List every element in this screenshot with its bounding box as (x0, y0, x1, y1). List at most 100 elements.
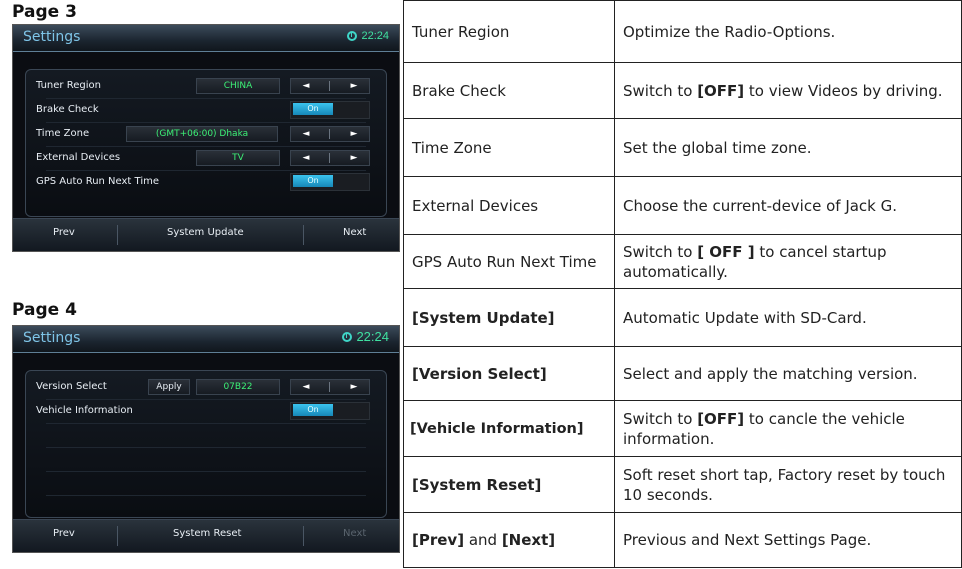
setting-name: [System Update] (403, 288, 615, 347)
arrow-left-icon[interactable]: ◄ (291, 79, 321, 93)
setting-name-text: and (464, 531, 502, 549)
setting-name: [Prev] and [Next] (403, 512, 615, 568)
footer-bar: Prev System Update Next (13, 218, 399, 251)
setting-description: Set the global time zone. (614, 118, 962, 177)
settings-panel: Version Select Apply 07B22 ◄ ► Vehicle I… (25, 370, 387, 518)
divider (46, 495, 366, 496)
setting-value: CHINA (196, 78, 280, 94)
arrow-right-icon[interactable]: ► (339, 79, 369, 93)
table-row: Tuner Region Optimize the Radio-Options. (403, 0, 962, 63)
setting-label: Time Zone (36, 128, 90, 139)
arrow-right-icon[interactable]: ► (339, 380, 369, 394)
setting-value: 07B22 (196, 379, 280, 395)
screen-title: Settings (23, 29, 81, 45)
description-text: to view Videos by driving. (744, 81, 943, 100)
setting-description: Choose the current-device of Jack G. (614, 176, 962, 235)
setting-name: Tuner Region (403, 0, 615, 63)
setting-name-bold: [Prev] (412, 531, 465, 549)
next-button: Next (343, 528, 367, 539)
screen-title: Settings (23, 330, 81, 346)
prev-button[interactable]: Prev (53, 227, 75, 238)
prev-button[interactable]: Prev (53, 528, 75, 539)
setting-description: Soft reset short tap, Factory reset by t… (614, 456, 962, 513)
table-row: [System Update] Automatic Update with SD… (403, 288, 962, 347)
setting-description: Select and apply the matching version. (614, 346, 962, 401)
setting-description: Switch to [OFF] to cancle the vehicle in… (614, 400, 962, 457)
table-row: [System Reset] Soft reset short tap, Fac… (403, 456, 962, 513)
page-3-label: Page 3 (12, 2, 77, 22)
divider (117, 526, 118, 546)
divider (46, 98, 366, 99)
divider (329, 129, 330, 139)
footer-bar: Prev System Reset Next (13, 519, 399, 552)
value-stepper: ◄ ► (290, 150, 370, 166)
next-button[interactable]: Next (343, 227, 366, 238)
divider (329, 81, 330, 91)
clock-icon (342, 331, 353, 342)
title-bar: Settings 22:24 (13, 25, 399, 52)
clock: 22:24 (347, 30, 389, 42)
setting-name-bold: [System Update] (412, 308, 555, 327)
clock: 22:24 (342, 329, 389, 344)
setting-row-brake-check: Brake Check On (36, 100, 376, 120)
arrow-left-icon[interactable]: ◄ (291, 380, 321, 394)
setting-description: Switch to [ OFF ] to cancel startup auto… (614, 234, 962, 289)
divider (117, 225, 118, 245)
setting-row-version-select: Version Select Apply 07B22 ◄ ► (36, 377, 376, 397)
value-stepper: ◄ ► (290, 126, 370, 142)
setting-name-bold: [Version Select] (412, 364, 547, 383)
apply-button[interactable]: Apply (148, 379, 190, 395)
table-row: Time Zone Set the global time zone. (403, 118, 962, 177)
setting-label: Brake Check (36, 104, 99, 115)
divider (46, 170, 366, 171)
setting-row-external-devices: External Devices TV ◄ ► (36, 148, 376, 168)
system-reset-button[interactable]: System Reset (173, 528, 241, 539)
arrow-right-icon[interactable]: ► (339, 127, 369, 141)
brake-check-toggle[interactable]: On (290, 101, 370, 119)
toggle-on-state: On (293, 175, 333, 187)
arrow-left-icon[interactable]: ◄ (291, 151, 321, 165)
table-row: GPS Auto Run Next Time Switch to [ OFF ]… (403, 234, 962, 289)
value-stepper: ◄ ► (290, 78, 370, 94)
setting-value: (GMT+06:00) Dhaka (126, 126, 278, 142)
table-row: [Prev] and [Next] Previous and Next Sett… (403, 512, 962, 568)
setting-label: External Devices (36, 152, 121, 163)
screenshots-column: Page 3 Settings 22:24 Tuner Region CHINA… (8, 0, 400, 569)
setting-name: [Vehicle Information] (403, 400, 615, 457)
setting-row-vehicle-information: Vehicle Information On (36, 401, 376, 421)
setting-name: GPS Auto Run Next Time (403, 234, 615, 289)
setting-value: TV (196, 150, 280, 166)
setting-name-bold: [System Reset] (412, 475, 542, 494)
setting-name: External Devices (403, 176, 615, 235)
setting-name: [Version Select] (403, 346, 615, 401)
description-text: Switch to (623, 409, 698, 428)
setting-row-gps-auto-run: GPS Auto Run Next Time On (36, 172, 376, 192)
toggle-on-state: On (293, 103, 333, 115)
setting-name-bold: [Vehicle Information] (410, 420, 584, 437)
setting-description: Switch to [OFF] to view Videos by drivin… (614, 62, 962, 119)
setting-label: GPS Auto Run Next Time (36, 176, 160, 187)
vehicle-information-toggle[interactable]: On (290, 402, 370, 420)
setting-row-tuner-region: Tuner Region CHINA ◄ ► (36, 76, 376, 96)
description-text: Switch to (623, 81, 698, 100)
settings-screen-page-3: Settings 22:24 Tuner Region CHINA ◄ ► Br… (12, 24, 400, 252)
gps-auto-run-toggle[interactable]: On (290, 173, 370, 191)
page-4-label: Page 4 (12, 300, 77, 320)
description-bold: [OFF] (697, 409, 745, 428)
settings-description-table: Tuner Region Optimize the Radio-Options.… (403, 0, 962, 568)
value-stepper: ◄ ► (290, 379, 370, 395)
setting-description: Automatic Update with SD-Card. (614, 288, 962, 347)
description-text: Switch to (623, 242, 698, 261)
setting-name: Brake Check (403, 62, 615, 119)
divider (303, 526, 304, 546)
setting-name-bold: [Next] (501, 531, 556, 549)
arrow-right-icon[interactable]: ► (339, 151, 369, 165)
divider (46, 122, 366, 123)
table-row: External Devices Choose the current-devi… (403, 176, 962, 235)
arrow-left-icon[interactable]: ◄ (291, 127, 321, 141)
divider (46, 471, 366, 472)
clock-icon (347, 31, 358, 41)
settings-screen-page-4: Settings 22:24 Version Select Apply 07B2… (12, 325, 400, 553)
divider (46, 423, 366, 424)
system-update-button[interactable]: System Update (167, 227, 244, 238)
